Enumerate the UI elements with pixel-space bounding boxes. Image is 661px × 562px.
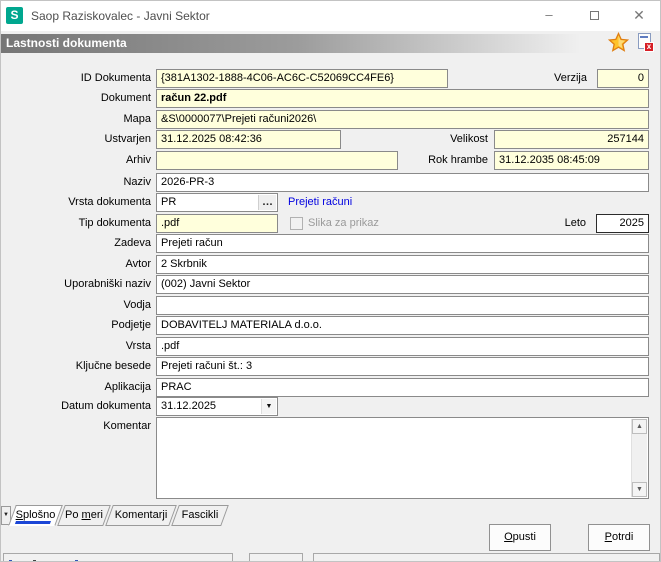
background-panel-segment bbox=[313, 553, 660, 561]
row-naziv: Naziv 2026-PR-3 bbox=[1, 173, 660, 192]
naziv-input[interactable]: 2026-PR-3 bbox=[156, 173, 649, 192]
vodja-label: Vodja bbox=[123, 299, 151, 311]
row-aplikacija: Aplikacija PRAC bbox=[1, 378, 660, 397]
mapa-field: &S\0000077\Prejeti računi2026\ bbox=[156, 110, 649, 129]
arhiv-field bbox=[156, 151, 398, 170]
tab-komentarji[interactable]: Komentarji bbox=[105, 505, 177, 526]
rok-hrambe-label: Rok hrambe bbox=[428, 154, 488, 166]
komentar-label: Komentar bbox=[103, 420, 151, 432]
zadeva-label: Zadeva bbox=[114, 237, 151, 249]
tab-fascikli[interactable]: Fascikli bbox=[171, 505, 229, 526]
row-kljucne-besede: Ključne besede Prejeti računi št.: 3 bbox=[1, 357, 660, 376]
document-line-icon bbox=[640, 36, 648, 38]
row-id-dokumenta: ID Dokumenta {381A1302-1888-4C06-AC6C-C5… bbox=[1, 69, 660, 88]
velikost-label: Velikost bbox=[450, 133, 488, 145]
komentar-scrollbar[interactable]: ▲ ▼ bbox=[631, 419, 647, 497]
row-vrsta-dokumenta: Vrsta dokumenta PR … Prejeti računi bbox=[1, 193, 660, 212]
maximize-icon bbox=[589, 11, 599, 21]
row-datum-dokumenta: Datum dokumenta 31.12.2025 ▼ bbox=[1, 397, 660, 416]
verzija-field: 0 bbox=[597, 69, 649, 88]
row-dokument: Dokument račun 22.pdf bbox=[1, 89, 660, 108]
scroll-down-icon[interactable]: ▼ bbox=[632, 482, 647, 497]
background-panel-segment bbox=[249, 553, 303, 561]
tip-dokumenta-label: Tip dokumenta bbox=[78, 217, 151, 229]
row-tip-dokumenta: Tip dokumenta .pdf Slika za prikaz Leto … bbox=[1, 214, 660, 233]
maximize-button[interactable] bbox=[577, 1, 611, 29]
slika-za-prikaz-checkbox bbox=[290, 217, 303, 230]
window-title: Saop Raziskovalec - Javni Sektor bbox=[31, 9, 210, 23]
row-mapa: Mapa &S\0000077\Prejeti računi2026\ bbox=[1, 110, 660, 129]
slika-za-prikaz-label: Slika za prikaz bbox=[308, 217, 379, 229]
naziv-label: Naziv bbox=[123, 176, 151, 188]
row-uporabniski-naziv: Uporabniški naziv (002) Javni Sektor bbox=[1, 275, 660, 294]
vrsta-input[interactable]: .pdf bbox=[156, 337, 649, 356]
kljucne-besede-input[interactable]: Prejeti računi št.: 3 bbox=[156, 357, 649, 376]
vodja-input[interactable] bbox=[156, 296, 649, 315]
row-vodja: Vodja bbox=[1, 296, 660, 315]
leto-input[interactable]: 2025 bbox=[596, 214, 649, 233]
podjetje-input[interactable]: DOBAVITELJ MATERIALA d.o.o. bbox=[156, 316, 649, 335]
datum-dokumenta-combobox[interactable]: 31.12.2025 ▼ bbox=[156, 397, 278, 416]
dokument-label: Dokument bbox=[100, 92, 151, 104]
avtor-label: Avtor bbox=[125, 258, 151, 270]
row-avtor: Avtor 2 Skrbnik bbox=[1, 255, 660, 274]
dokument-field: račun 22.pdf bbox=[156, 89, 649, 108]
verzija-label: Verzija bbox=[553, 72, 587, 84]
uporabniski-naziv-input[interactable]: (002) Javni Sektor bbox=[156, 275, 649, 294]
vrsta-label: Vrsta bbox=[125, 340, 151, 352]
document-properties-window: S Saop Raziskovalec - Javni Sektor – ✕ L… bbox=[0, 0, 661, 562]
podjetje-label: Podjetje bbox=[111, 319, 151, 331]
id-dokumenta-label: ID Dokumenta bbox=[80, 72, 151, 84]
opusti-button[interactable]: Opusti bbox=[489, 524, 551, 551]
vrsta-dokumenta-label: Vrsta dokumenta bbox=[68, 196, 151, 208]
vrsta-dokumenta-lookup-button[interactable]: … bbox=[258, 195, 276, 210]
row-vrsta: Vrsta .pdf bbox=[1, 337, 660, 356]
id-dokumenta-field: {381A1302-1888-4C06-AC6C-C52069CC4FE6} bbox=[156, 69, 448, 88]
datum-dokumenta-label: Datum dokumenta bbox=[61, 400, 151, 412]
rok-hrambe-field: 31.12.2035 08:45:09 bbox=[494, 151, 649, 170]
velikost-field: 257144 bbox=[494, 130, 649, 149]
vrsta-dokumenta-input[interactable]: PR … bbox=[156, 193, 278, 212]
title-bar: S Saop Raziskovalec - Javni Sektor – ✕ bbox=[1, 1, 660, 31]
delete-document-icon[interactable]: x bbox=[637, 33, 654, 52]
komentar-textarea[interactable]: ▲ ▼ bbox=[156, 417, 649, 499]
potrdi-button[interactable]: Potrdi bbox=[588, 524, 650, 551]
leto-label: Leto bbox=[564, 217, 586, 229]
red-x-badge-icon: x bbox=[644, 42, 654, 52]
aplikacija-input[interactable]: PRAC bbox=[156, 378, 649, 397]
zadeva-input[interactable]: Prejeti račun bbox=[156, 234, 649, 253]
saop-logo-icon: S bbox=[6, 7, 23, 24]
tip-dokumenta-field: .pdf bbox=[156, 214, 278, 233]
row-arhiv: Arhiv Rok hrambe 31.12.2035 08:45:09 bbox=[1, 151, 660, 170]
row-zadeva: Zadeva Prejeti račun bbox=[1, 234, 660, 253]
kljucne-besede-label: Ključne besede bbox=[75, 360, 151, 372]
mapa-label: Mapa bbox=[123, 113, 151, 125]
background-panel-segment bbox=[3, 553, 233, 561]
page-title: Lastnosti dokumenta bbox=[1, 34, 660, 53]
tab-bar: ▼ Splošno Po meri Komentarji Fascikli bbox=[1, 504, 660, 526]
minimize-button[interactable]: – bbox=[532, 1, 566, 29]
scroll-up-icon[interactable]: ▲ bbox=[632, 419, 647, 434]
datum-dropdown-icon[interactable]: ▼ bbox=[261, 399, 276, 414]
active-tab-indicator bbox=[14, 521, 51, 524]
vrsta-dokumenta-description: Prejeti računi bbox=[288, 196, 353, 208]
row-podjetje: Podjetje DOBAVITELJ MATERIALA d.o.o. bbox=[1, 316, 660, 335]
row-ustvarjen: Ustvarjen 31.12.2025 08:42:36 Velikost 2… bbox=[1, 130, 660, 149]
favorite-star-icon[interactable] bbox=[607, 31, 630, 53]
uporabniski-naziv-label: Uporabniški naziv bbox=[64, 278, 151, 290]
arhiv-label: Arhiv bbox=[125, 154, 151, 166]
aplikacija-label: Aplikacija bbox=[104, 381, 151, 393]
close-button[interactable]: ✕ bbox=[622, 1, 656, 29]
ustvarjen-label: Ustvarjen bbox=[104, 133, 151, 145]
tab-splosno[interactable]: Splošno bbox=[8, 505, 63, 526]
tab-po-meri[interactable]: Po meri bbox=[57, 505, 111, 526]
ustvarjen-field: 31.12.2025 08:42:36 bbox=[156, 130, 341, 149]
avtor-input[interactable]: 2 Skrbnik bbox=[156, 255, 649, 274]
